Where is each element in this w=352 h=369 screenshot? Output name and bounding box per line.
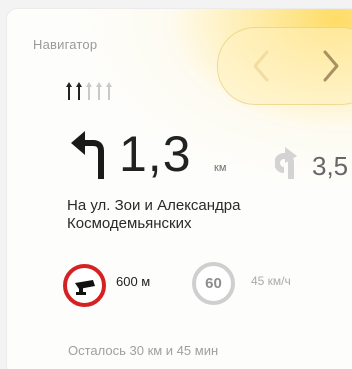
speed-limit-sign: 60 bbox=[192, 262, 235, 305]
remaining-route-info: Осталось 30 км и 45 мин bbox=[68, 343, 219, 358]
lane-arrow-icon bbox=[86, 82, 92, 100]
navigator-card: Навигатор 1,3 км 3,5 На ул. Зои и Алекса… bbox=[7, 9, 352, 369]
next-maneuver-distance: 3,5 bbox=[312, 151, 349, 181]
speed-camera-sign bbox=[63, 264, 106, 307]
chevron-left-icon bbox=[253, 50, 269, 82]
speed-limit-text: 45 км/ч bbox=[251, 274, 291, 288]
turn-right-arrow-icon bbox=[274, 147, 303, 186]
camera-distance: 600 м bbox=[116, 274, 151, 289]
lane-arrow-icon bbox=[106, 82, 112, 100]
lane-arrow-icon bbox=[66, 82, 72, 100]
next-maneuver-button[interactable] bbox=[296, 28, 352, 104]
maneuver-distance: 1,3 bbox=[119, 126, 192, 182]
chevron-right-icon bbox=[323, 50, 339, 82]
lane-guidance bbox=[66, 82, 112, 100]
prev-maneuver-button[interactable] bbox=[226, 28, 296, 104]
street-name: На ул. Зои и Александра Космодемьянских bbox=[67, 197, 241, 232]
route-nav-control bbox=[217, 27, 352, 105]
lane-arrow-icon bbox=[96, 82, 102, 100]
speed-camera-icon bbox=[74, 279, 95, 295]
maneuver-distance-unit: км bbox=[214, 162, 227, 174]
lane-arrow-icon bbox=[76, 82, 82, 100]
app-title: Навигатор bbox=[33, 37, 98, 52]
turn-left-arrow-icon bbox=[71, 129, 115, 186]
